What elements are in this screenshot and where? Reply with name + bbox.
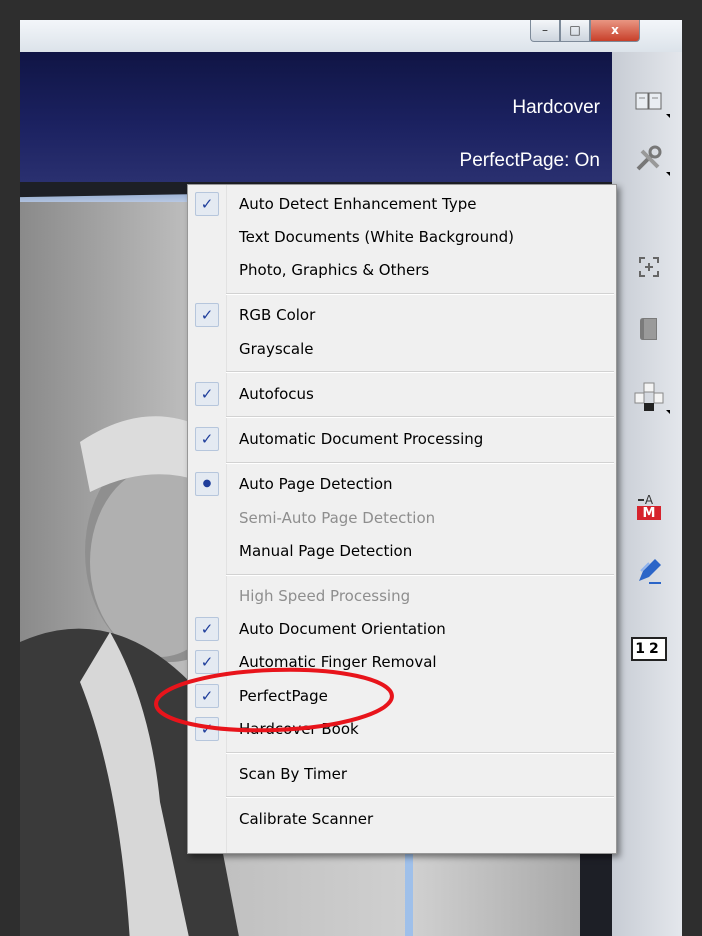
close-button[interactable]: x (590, 20, 640, 42)
menu-item-label: Grayscale (239, 340, 314, 358)
page-number-label: 12 (635, 641, 663, 657)
menu-separator (226, 796, 614, 798)
right-toolbar: A M 12 (612, 52, 682, 936)
check-icon: ✓ (195, 382, 219, 406)
menu-item-auto-page-detection[interactable]: ● Auto Page Detection (188, 470, 616, 498)
scan-settings-menu: ✓ Auto Detect Enhancement Type Text Docu… (187, 184, 617, 854)
dropdown-arrow-icon (666, 410, 670, 414)
page-layout-icon[interactable] (634, 382, 670, 414)
menu-item-automatic-finger-removal[interactable]: ✓ Automatic Finger Removal (188, 648, 616, 676)
menu-item-label: Automatic Finger Removal (239, 653, 437, 671)
check-icon: ✓ (195, 192, 219, 216)
menu-item-perfectpage[interactable]: ✓ PerfectPage (188, 682, 616, 710)
minimize-button[interactable]: – (530, 20, 560, 42)
menu-separator (226, 462, 614, 464)
menu-item-label: Calibrate Scanner (239, 810, 374, 828)
menu-item-semi-auto-page-detection: Semi-Auto Page Detection (188, 504, 616, 532)
menu-item-label: Auto Page Detection (239, 475, 393, 493)
menu-item-label: Auto Document Orientation (239, 620, 446, 638)
menu-item-label: PerfectPage (239, 687, 328, 705)
check-icon: ✓ (195, 303, 219, 327)
menu-item-auto-detect-enhancement[interactable]: ✓ Auto Detect Enhancement Type (188, 190, 616, 218)
menu-item-label: Auto Detect Enhancement Type (239, 195, 477, 213)
radio-dot-icon: ● (195, 472, 219, 496)
menu-separator (226, 371, 614, 373)
menu-separator (226, 293, 614, 295)
menu-item-label: Text Documents (White Background) (239, 228, 514, 246)
menu-separator (226, 416, 614, 418)
menu-item-hardcover-book[interactable]: ✓ Hardcover Book (188, 715, 616, 743)
book-cover-icon[interactable] (634, 314, 664, 344)
dropdown-arrow-icon (666, 172, 670, 176)
page-edge-right (405, 852, 413, 936)
svg-text:A: A (645, 493, 654, 507)
menu-item-text-documents[interactable]: Text Documents (White Background) (188, 223, 616, 251)
menu-item-grayscale[interactable]: Grayscale (188, 335, 616, 363)
menu-item-scan-by-timer[interactable]: Scan By Timer (188, 760, 616, 788)
menu-item-manual-page-detection[interactable]: Manual Page Detection (188, 537, 616, 565)
status-header: Hardcover PerfectPage: On (20, 52, 612, 182)
menu-item-autofocus[interactable]: ✓ Autofocus (188, 380, 616, 408)
maximize-button[interactable]: □ (560, 20, 590, 42)
menu-item-automatic-document-processing[interactable]: ✓ Automatic Document Processing (188, 425, 616, 453)
tools-settings-icon[interactable] (634, 144, 670, 176)
scan-pen-icon[interactable] (634, 556, 664, 586)
menu-item-label: Scan By Timer (239, 765, 348, 783)
menu-item-label: High Speed Processing (239, 587, 411, 605)
text-ocr-label: M (642, 506, 656, 521)
menu-item-label: Autofocus (239, 385, 314, 403)
menu-separator (226, 574, 614, 576)
menu-item-calibrate-scanner[interactable]: Calibrate Scanner (188, 805, 616, 833)
page-number-icon[interactable]: 12 (631, 634, 667, 664)
scan-mode-status: Hardcover (512, 97, 600, 118)
check-icon: ✓ (195, 684, 219, 708)
check-icon: ✓ (195, 650, 219, 674)
book-view-icon[interactable] (634, 86, 670, 118)
check-icon: ✓ (195, 717, 219, 741)
menu-item-auto-document-orientation[interactable]: ✓ Auto Document Orientation (188, 615, 616, 643)
title-bar[interactable]: – □ x (20, 20, 682, 52)
check-icon: ✓ (195, 617, 219, 641)
menu-item-photo-graphics[interactable]: Photo, Graphics & Others (188, 256, 616, 284)
check-icon: ✓ (195, 427, 219, 451)
menu-item-rgb-color[interactable]: ✓ RGB Color (188, 301, 616, 329)
perfectpage-status: PerfectPage: On (459, 150, 600, 171)
menu-item-high-speed-processing: High Speed Processing (188, 582, 616, 610)
menu-item-label: RGB Color (239, 306, 316, 324)
text-ocr-icon[interactable]: A M (634, 492, 664, 522)
crop-frame-icon[interactable] (634, 252, 664, 282)
dropdown-arrow-icon (666, 114, 670, 118)
menu-item-label: Photo, Graphics & Others (239, 261, 430, 279)
menu-item-label: Hardcover Book (239, 720, 359, 738)
menu-item-label: Manual Page Detection (239, 542, 413, 560)
menu-item-label: Automatic Document Processing (239, 430, 484, 448)
menu-separator (226, 752, 614, 754)
menu-item-label: Semi-Auto Page Detection (239, 509, 436, 527)
